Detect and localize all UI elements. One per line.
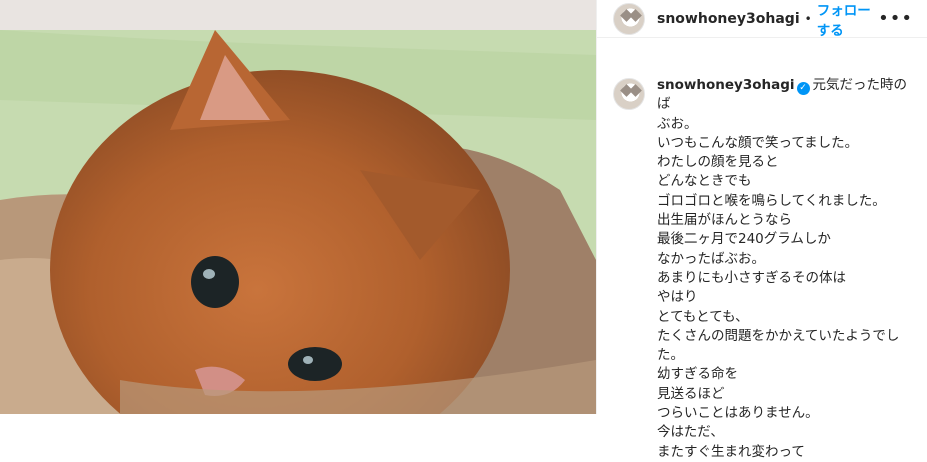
instagram-post: snowhoney3ohagi • フォローする ••• snowhoney3o… [0,0,927,460]
post-side-panel: snowhoney3ohagi • フォローする ••• snowhoney3o… [596,0,927,460]
kitten-photo [0,0,596,414]
post-header: snowhoney3ohagi • フォローする ••• [597,0,927,39]
caption-body: ぶお。 いつもこんな顔で笑ってました。 わたしの顔を見ると どんなときでも ゴロ… [657,115,900,460]
post-photo[interactable] [0,0,596,414]
avatar[interactable] [613,2,645,35]
username-link[interactable]: snowhoney3ohagi [657,11,800,27]
avatar[interactable] [613,78,645,110]
caption-username-link[interactable]: snowhoney3ohagi [657,77,795,93]
follow-button[interactable]: フォローする [817,0,878,39]
caption-comment: snowhoney3ohagi ✓ 元気だった時のば ぶお。 いつもこんな顔で笑って… [597,38,927,462]
more-horizontal-icon[interactable]: ••• [878,8,913,29]
separator-dot: • [804,11,812,26]
caption-text: snowhoney3ohagi ✓ 元気だった時のば ぶお。 いつもこんな顔で笑って… [657,76,913,462]
verified-badge-icon: ✓ [796,82,810,95]
